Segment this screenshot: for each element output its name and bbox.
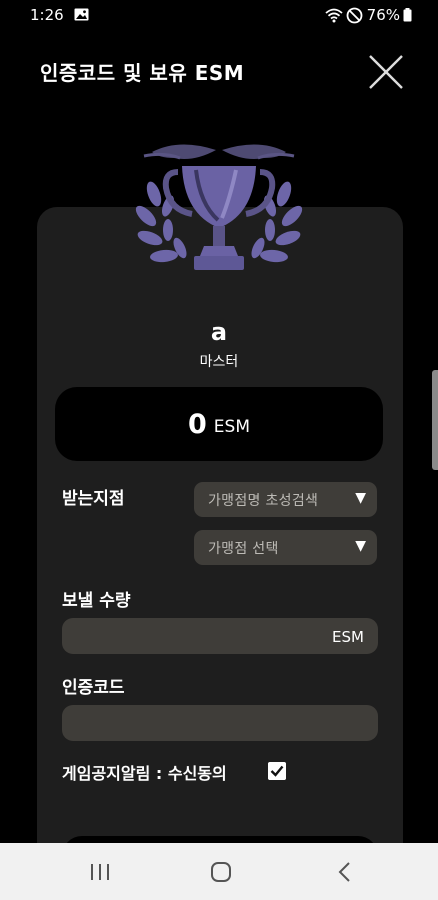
wifi-icon (325, 8, 343, 22)
trophy-icon (135, 144, 303, 270)
home-icon[interactable] (201, 855, 241, 889)
status-time: 1:26 (30, 6, 64, 24)
auth-code-input[interactable] (62, 705, 378, 741)
back-icon[interactable] (325, 855, 365, 889)
auth-code-label: 인증코드 (62, 678, 125, 698)
balance-display: 0 ESM (55, 387, 383, 461)
recent-apps-icon[interactable] (80, 855, 120, 889)
receive-label: 받는지점 (62, 489, 125, 509)
close-icon[interactable] (366, 52, 406, 92)
consent-label: 게임공지알림 : 수신동의 (62, 764, 227, 783)
balance-unit: ESM (213, 416, 250, 437)
store-select[interactable]: 가맹점 선택 ▼ (194, 530, 377, 565)
page-title: 인증코드 및 보유 ESM (40, 61, 245, 85)
amount-unit: ESM (332, 628, 364, 646)
dropdown-arrow-icon: ▼ (355, 490, 366, 506)
dropdown-arrow-icon: ▼ (355, 538, 366, 554)
scrollbar[interactable] (432, 370, 438, 470)
gallery-icon (74, 8, 89, 21)
status-bar: 1:26 76% (0, 0, 438, 30)
store-search-select[interactable]: 가맹점명 초성검색 ▼ (194, 482, 377, 517)
status-icons: 76% (325, 5, 412, 25)
battery-percent: 76% (366, 6, 400, 24)
battery-icon (403, 8, 412, 22)
consent-checkbox[interactable] (268, 762, 286, 780)
store-select-value: 가맹점 선택 (208, 541, 279, 557)
navigation-bar (0, 843, 438, 900)
user-rank: 마스터 (199, 354, 239, 370)
amount-input[interactable] (62, 618, 378, 654)
balance-value: 0 (188, 408, 207, 440)
store-search-value: 가맹점명 초성검색 (208, 493, 319, 509)
do-not-disturb-icon (346, 7, 363, 23)
user-name: a (210, 318, 228, 346)
amount-label: 보낼 수량 (62, 591, 131, 611)
